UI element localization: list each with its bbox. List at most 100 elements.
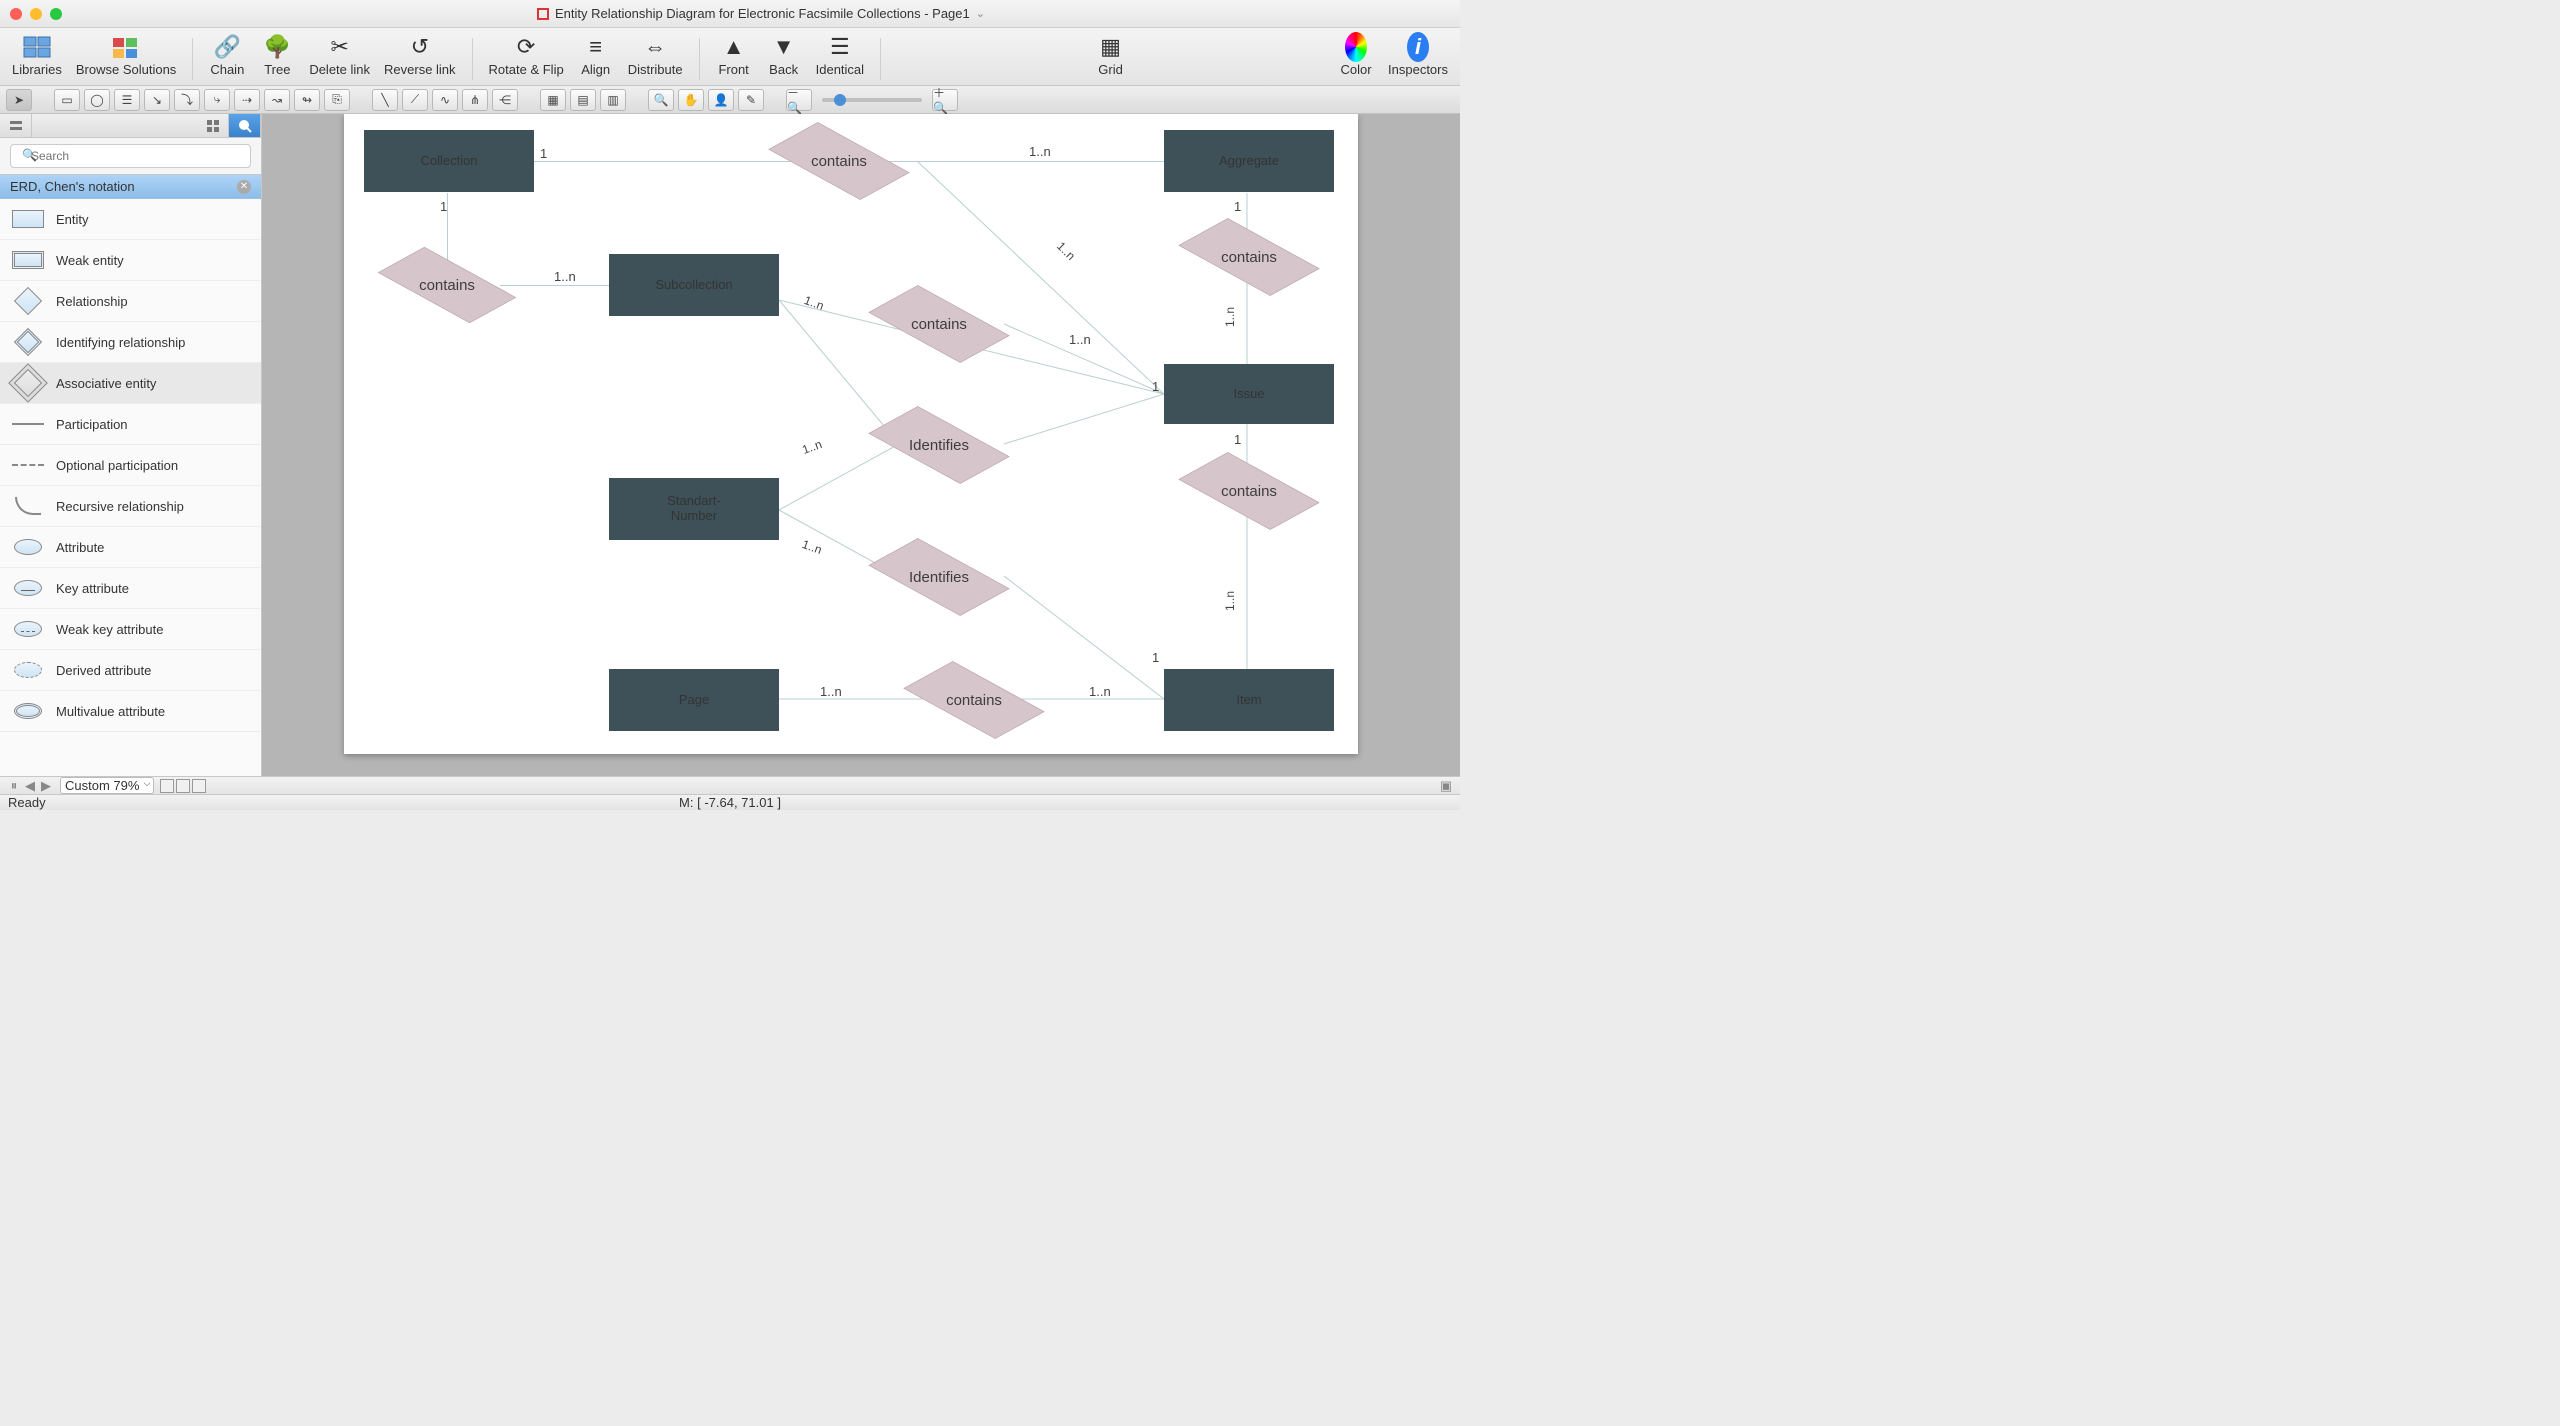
line-tool-5[interactable]: ⋲ [492, 89, 518, 111]
lib-item-key-attribute[interactable]: Key attribute [0, 568, 261, 609]
zoom-knob[interactable] [834, 94, 846, 106]
lib-item-weak-entity[interactable]: Weak entity [0, 240, 261, 281]
align-button[interactable]: ≡Align [572, 32, 620, 86]
connector-4[interactable]: ⇢ [234, 89, 260, 111]
card: 1..n [1069, 332, 1091, 347]
connector-2[interactable]: ⤵ [174, 89, 200, 111]
lib-item-identifying-relationship[interactable]: Identifying relationship [0, 322, 261, 363]
rel-contains-6[interactable]: contains [909, 665, 1039, 735]
chevron-down-icon[interactable]: ⌄ [976, 7, 985, 20]
hand-tool[interactable]: ✋ [678, 89, 704, 111]
layout-1[interactable] [160, 779, 174, 793]
connector-6[interactable]: ↬ [294, 89, 320, 111]
rel-contains-5[interactable]: contains [1184, 456, 1314, 526]
sidebar-tab-grid[interactable] [197, 114, 229, 137]
rect-tool[interactable]: ▭ [54, 89, 80, 111]
ellipse-tool[interactable]: ◯ [84, 89, 110, 111]
tree-button[interactable]: 🌳Tree [253, 32, 301, 86]
sidebar-tab-search[interactable] [229, 114, 261, 137]
next-page-button[interactable]: ▶ [38, 778, 54, 794]
canvas-area[interactable]: Collection Aggregate Subcollection Issue… [262, 114, 1460, 776]
rel-contains-3[interactable]: contains [382, 252, 512, 318]
line-tool-1[interactable]: ╲ [372, 89, 398, 111]
diagram-canvas[interactable]: Collection Aggregate Subcollection Issue… [344, 114, 1358, 754]
label: Entity [56, 212, 89, 227]
lib-item-recursive-relationship[interactable]: Recursive relationship [0, 486, 261, 527]
eyedropper-tool[interactable]: ✎ [738, 89, 764, 111]
lib-item-relationship[interactable]: Relationship [0, 281, 261, 322]
zoom-level-select[interactable]: Custom 79% [60, 777, 154, 794]
pointer-tool[interactable]: ➤ [6, 89, 32, 111]
close-icon[interactable] [10, 8, 22, 20]
rotate-flip-button[interactable]: ⟳Rotate & Flip [483, 32, 570, 86]
zoom-tool[interactable]: 🔍 [648, 89, 674, 111]
rel-contains-2[interactable]: contains [1184, 222, 1314, 292]
card: 1..n [1089, 684, 1111, 699]
grid-button[interactable]: ▦Grid [1087, 32, 1135, 86]
separator [880, 38, 881, 80]
connector-5[interactable]: ↝ [264, 89, 290, 111]
entity-page[interactable]: Page [609, 669, 779, 731]
libraries-button[interactable]: Libraries [6, 32, 68, 86]
zoom-slider[interactable] [822, 98, 922, 102]
info-icon: i [1407, 32, 1429, 62]
browse-solutions-button[interactable]: Browse Solutions [70, 32, 182, 86]
label: Inspectors [1388, 62, 1448, 77]
inspectors-button[interactable]: iInspectors [1382, 32, 1454, 86]
grid-tool-3[interactable]: ▥ [600, 89, 626, 111]
document-title[interactable]: Entity Relationship Diagram for Electron… [72, 6, 1450, 21]
label: Browse Solutions [76, 62, 176, 77]
connector-3[interactable]: ⤷ [204, 89, 230, 111]
layout-2[interactable] [176, 779, 190, 793]
distribute-button[interactable]: ⇔Distribute [622, 32, 689, 86]
grid-tool-2[interactable]: ▤ [570, 89, 596, 111]
layout-3[interactable] [192, 779, 206, 793]
line-tool-4[interactable]: ⋔ [462, 89, 488, 111]
entity-item[interactable]: Item [1164, 669, 1334, 731]
library-title[interactable]: ERD, Chen's notation ✕ [0, 175, 261, 199]
entity-collection[interactable]: Collection [364, 130, 534, 192]
line-tool-2[interactable]: ⟋ [402, 89, 428, 111]
stamp-tool[interactable]: 👤 [708, 89, 734, 111]
entity-subcollection[interactable]: Subcollection [609, 254, 779, 316]
insert-tool[interactable]: ⎘ [324, 89, 350, 111]
grid-tool-1[interactable]: ▦ [540, 89, 566, 111]
maximize-icon[interactable] [50, 8, 62, 20]
rel-identifies-2[interactable]: Identifies [874, 542, 1004, 612]
lib-item-derived-attribute[interactable]: Derived attribute [0, 650, 261, 691]
search-input[interactable] [10, 144, 251, 168]
label: Rotate & Flip [489, 62, 564, 77]
rel-contains-4[interactable]: contains [874, 289, 1004, 359]
back-icon: ▼ [773, 32, 795, 62]
associative-entity-icon [10, 370, 46, 396]
prev-page-button[interactable]: ◀ [22, 778, 38, 794]
lib-item-associative-entity[interactable]: Associative entity [0, 363, 261, 404]
chain-button[interactable]: 🔗Chain [203, 32, 251, 86]
view-toggle-icon[interactable]: ▣ [1438, 778, 1454, 794]
entity-issue[interactable]: Issue [1164, 364, 1334, 424]
connector-1[interactable]: ↘ [144, 89, 170, 111]
rel-contains-1[interactable]: contains [774, 126, 904, 196]
lib-item-attribute[interactable]: Attribute [0, 527, 261, 568]
label: Delete link [309, 62, 370, 77]
label: Attribute [56, 540, 104, 555]
zoom-in-button[interactable]: ＋🔍 [932, 89, 958, 111]
lib-item-optional-participation[interactable]: Optional participation [0, 445, 261, 486]
chain-icon: 🔗 [214, 32, 241, 62]
color-button[interactable]: Color [1332, 32, 1380, 86]
zoom-out-button[interactable]: －🔍 [786, 89, 812, 111]
entity-standart-number[interactable]: Standart- Number [609, 478, 779, 540]
lib-item-weak-key-attribute[interactable]: Weak key attribute [0, 609, 261, 650]
minimize-icon[interactable] [30, 8, 42, 20]
text-tool[interactable]: ☰ [114, 89, 140, 111]
lib-item-participation[interactable]: Participation [0, 404, 261, 445]
rel-identifies-1[interactable]: Identifies [874, 410, 1004, 480]
close-library-icon[interactable]: ✕ [237, 180, 251, 194]
pause-pages-icon[interactable]: ⏸ [6, 778, 22, 794]
entity-aggregate[interactable]: Aggregate [1164, 130, 1334, 192]
card: 1 [440, 199, 447, 214]
lib-item-entity[interactable]: Entity [0, 199, 261, 240]
lib-item-multivalue-attribute[interactable]: Multivalue attribute [0, 691, 261, 732]
sidebar-tab-outline[interactable] [0, 114, 32, 137]
line-tool-3[interactable]: ∿ [432, 89, 458, 111]
